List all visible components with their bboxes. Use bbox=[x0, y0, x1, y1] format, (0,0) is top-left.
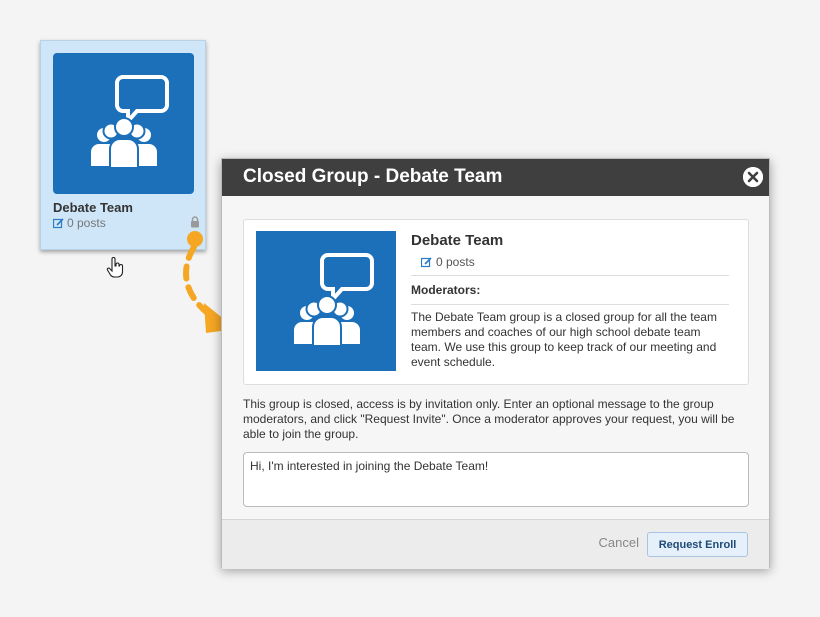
moderators-label: Moderators: bbox=[411, 283, 481, 297]
group-details: Debate Team 0 posts Moderators: The Deba… bbox=[411, 232, 729, 370]
divider bbox=[411, 275, 729, 276]
group-posts-label: 0 posts bbox=[436, 255, 475, 269]
group-info-panel: Debate Team 0 posts Moderators: The Deba… bbox=[243, 219, 749, 385]
dialog-footer: Cancel Request Enroll bbox=[222, 519, 769, 569]
group-chat-icon bbox=[294, 253, 374, 347]
cancel-button[interactable]: Cancel bbox=[599, 535, 639, 550]
dialog-title: Closed Group - Debate Team bbox=[243, 166, 503, 187]
group-title: Debate Team bbox=[411, 232, 504, 249]
card-posts-label: 0 posts bbox=[67, 216, 106, 230]
group-card[interactable]: Debate Team 0 posts bbox=[40, 40, 206, 278]
close-button[interactable] bbox=[743, 167, 763, 187]
request-enroll-button[interactable]: Request Enroll bbox=[647, 532, 748, 557]
hand-cursor-icon bbox=[106, 257, 124, 279]
request-message-input[interactable]: Hi, I'm interested in joining the Debate… bbox=[243, 452, 749, 507]
group-image bbox=[53, 53, 194, 194]
edit-icon bbox=[421, 256, 432, 268]
edit-icon bbox=[53, 217, 64, 229]
closed-group-dialog: Closed Group - Debate Team Debate Team 0… bbox=[221, 158, 770, 569]
group-description: The Debate Team group is a closed group … bbox=[411, 310, 717, 369]
group-chat-icon bbox=[91, 75, 169, 169]
closed-group-notice: This group is closed, access is by invit… bbox=[243, 397, 735, 441]
card-posts: 0 posts bbox=[53, 216, 106, 230]
close-icon bbox=[743, 167, 763, 187]
group-posts: 0 posts bbox=[421, 255, 729, 269]
dialog-header: Closed Group - Debate Team bbox=[222, 159, 769, 196]
group-image-large bbox=[256, 231, 396, 371]
card-title[interactable]: Debate Team bbox=[53, 200, 133, 215]
divider bbox=[411, 304, 729, 305]
